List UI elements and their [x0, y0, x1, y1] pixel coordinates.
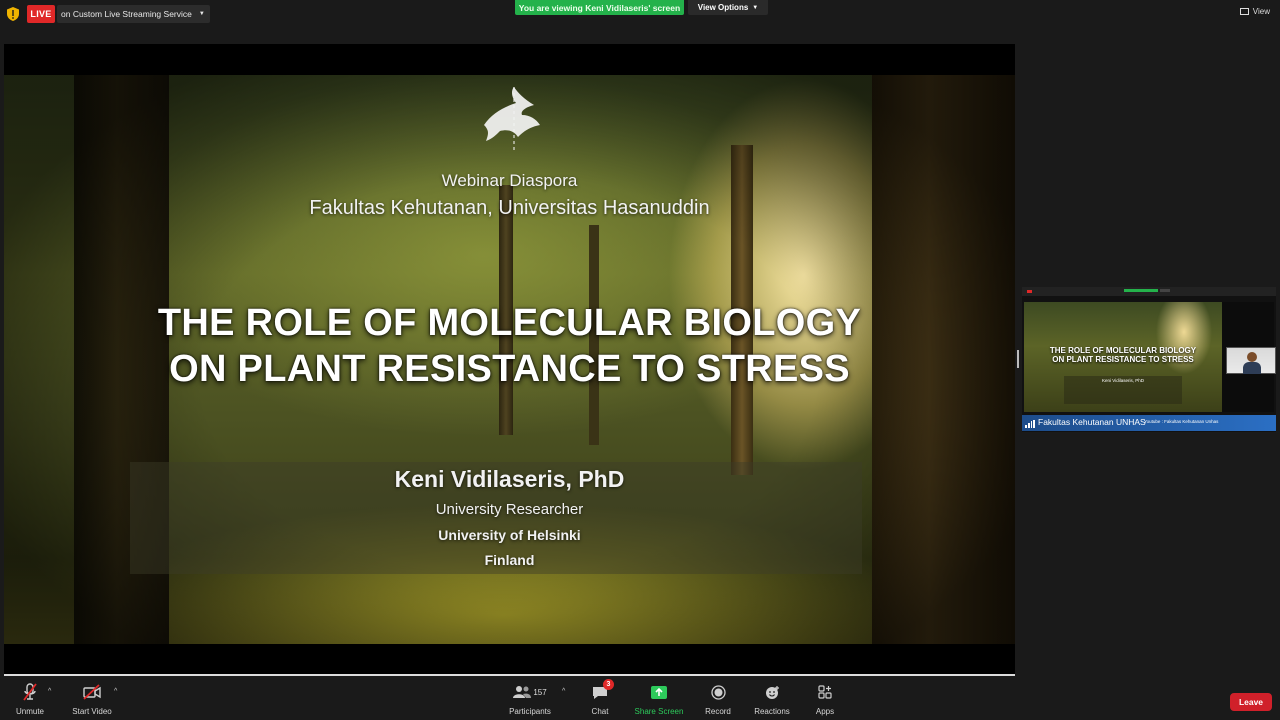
- speaker-name: Keni Vidilaseris, PhD: [394, 466, 625, 492]
- slide-subtitle-2: Fakultas Kehutanan, Universitas Hasanudd…: [309, 197, 710, 219]
- presentation-slide: Webinar Diaspora Fakultas Kehutanan, Uni…: [4, 75, 1015, 644]
- view-button[interactable]: View: [1239, 7, 1270, 16]
- viewing-screen-banner: You are viewing Keni Vidilaseris' screen: [515, 0, 684, 15]
- live-service-label: on Custom Live Streaming Service: [61, 9, 192, 19]
- participants-button[interactable]: 157 Participants: [509, 682, 551, 718]
- panel-resize-handle[interactable]: [1017, 350, 1019, 368]
- unmute-button[interactable]: Unmute: [14, 682, 46, 718]
- thumbnail-speaker-name: Keni Vidilaseris, PhD: [1102, 378, 1144, 383]
- slide-title-line-2: ON PLANT RESISTANCE TO STRESS: [169, 348, 850, 390]
- view-options-button: [1160, 289, 1170, 292]
- caret-down-icon: ▼: [198, 11, 205, 17]
- chat-label: Chat: [591, 707, 609, 716]
- apps-label: Apps: [815, 707, 835, 716]
- grid-icon: [1239, 8, 1249, 15]
- chat-button[interactable]: 3 Chat: [588, 679, 614, 718]
- thumbnail-top-bar: [1022, 287, 1276, 296]
- video-off-icon: [80, 682, 104, 702]
- participants-chevron-up-icon[interactable]: ^: [562, 688, 565, 695]
- unmute-label: Unmute: [15, 707, 44, 716]
- leave-button[interactable]: Leave: [1230, 693, 1272, 711]
- live-service-dropdown[interactable]: on Custom Live Streaming Service ▼: [57, 5, 210, 23]
- record-icon: [706, 682, 730, 702]
- slide-title-line-1: THE ROLE OF MOLECULAR BIOLOGY: [157, 302, 862, 344]
- audio-options-chevron-up-icon[interactable]: ^: [48, 688, 51, 695]
- apps-button[interactable]: Apps: [812, 682, 838, 718]
- shield-icon[interactable]: [7, 7, 19, 21]
- speaker-country: Finland: [484, 552, 535, 568]
- slide-title: THE ROLE OF MOLECULAR BIOLOGY ON PLANT R…: [4, 300, 1015, 392]
- record-button[interactable]: Record: [704, 682, 732, 718]
- camera-thumbnail: [1226, 347, 1276, 374]
- shared-screen[interactable]: Webinar Diaspora Fakultas Kehutanan, Uni…: [4, 44, 1015, 676]
- top-bar: LIVE on Custom Live Streaming Service ▼ …: [0, 0, 1280, 28]
- university-of-helsinki-logo-icon: [484, 87, 540, 153]
- reactions-button[interactable]: Reactions: [752, 682, 792, 718]
- slide-subtitle-1: Webinar Diaspora: [441, 171, 578, 190]
- share-screen-button[interactable]: Share Screen: [634, 682, 684, 718]
- participant-name-bar: Fakultas Kehutanan UNHAS Youtube : Fakul…: [1022, 415, 1276, 431]
- thumbnail-slide-title: THE ROLE OF MOLECULAR BIOLOGY ON PLANT R…: [1024, 346, 1222, 364]
- share-screen-label: Share Screen: [634, 707, 684, 716]
- reactions-smiley-icon: [760, 682, 784, 702]
- video-options-chevron-up-icon[interactable]: ^: [114, 688, 117, 695]
- thumbnail-slide: THE ROLE OF MOLECULAR BIOLOGY ON PLANT R…: [1024, 302, 1222, 412]
- meeting-toolbar: Unmute ^ Start Video ^ 157 Participants …: [0, 678, 1280, 720]
- speaker-role: University Researcher: [435, 501, 584, 518]
- participants-count: 157: [533, 687, 547, 697]
- participant-name: Fakultas Kehutanan UNHAS: [1038, 417, 1146, 427]
- share-screen-icon: [647, 682, 671, 702]
- record-label: Record: [705, 707, 731, 716]
- view-options-label: View Options: [697, 3, 749, 12]
- chat-unread-badge: 3: [603, 679, 614, 690]
- start-video-label: Start Video: [72, 707, 112, 716]
- apps-icon: [813, 682, 837, 702]
- muted-microphone-icon: [18, 682, 42, 702]
- caret-down-icon: ▼: [752, 4, 759, 11]
- zoom-meeting-window: LIVE on Custom Live Streaming Service ▼ …: [0, 0, 1280, 720]
- view-label: View: [1252, 7, 1270, 16]
- youtube-note: Youtube : Fakultas Kehutanan Unhas: [1144, 419, 1219, 424]
- speaker-organization: University of Helsinki: [438, 527, 581, 543]
- view-options-button[interactable]: View Options ▼: [688, 0, 768, 15]
- participant-video-tile[interactable]: THE ROLE OF MOLECULAR BIOLOGY ON PLANT R…: [1022, 287, 1276, 432]
- signal-strength-icon: [1025, 420, 1035, 428]
- reactions-label: Reactions: [754, 707, 790, 716]
- viewing-screen-banner: [1124, 289, 1158, 292]
- person-body: [1243, 362, 1261, 374]
- thumbnail-title-line-2: ON PLANT RESISTANCE TO STRESS: [1052, 355, 1194, 364]
- chat-icon: 3: [588, 679, 614, 702]
- start-video-button[interactable]: Start Video: [72, 682, 112, 718]
- live-badge: [1027, 290, 1032, 293]
- person-head: [1247, 352, 1257, 362]
- participants-icon: 157: [509, 682, 551, 702]
- participants-label: Participants: [509, 707, 551, 716]
- live-badge[interactable]: LIVE: [27, 5, 55, 23]
- thumbnail-title-line-1: THE ROLE OF MOLECULAR BIOLOGY: [1049, 346, 1197, 355]
